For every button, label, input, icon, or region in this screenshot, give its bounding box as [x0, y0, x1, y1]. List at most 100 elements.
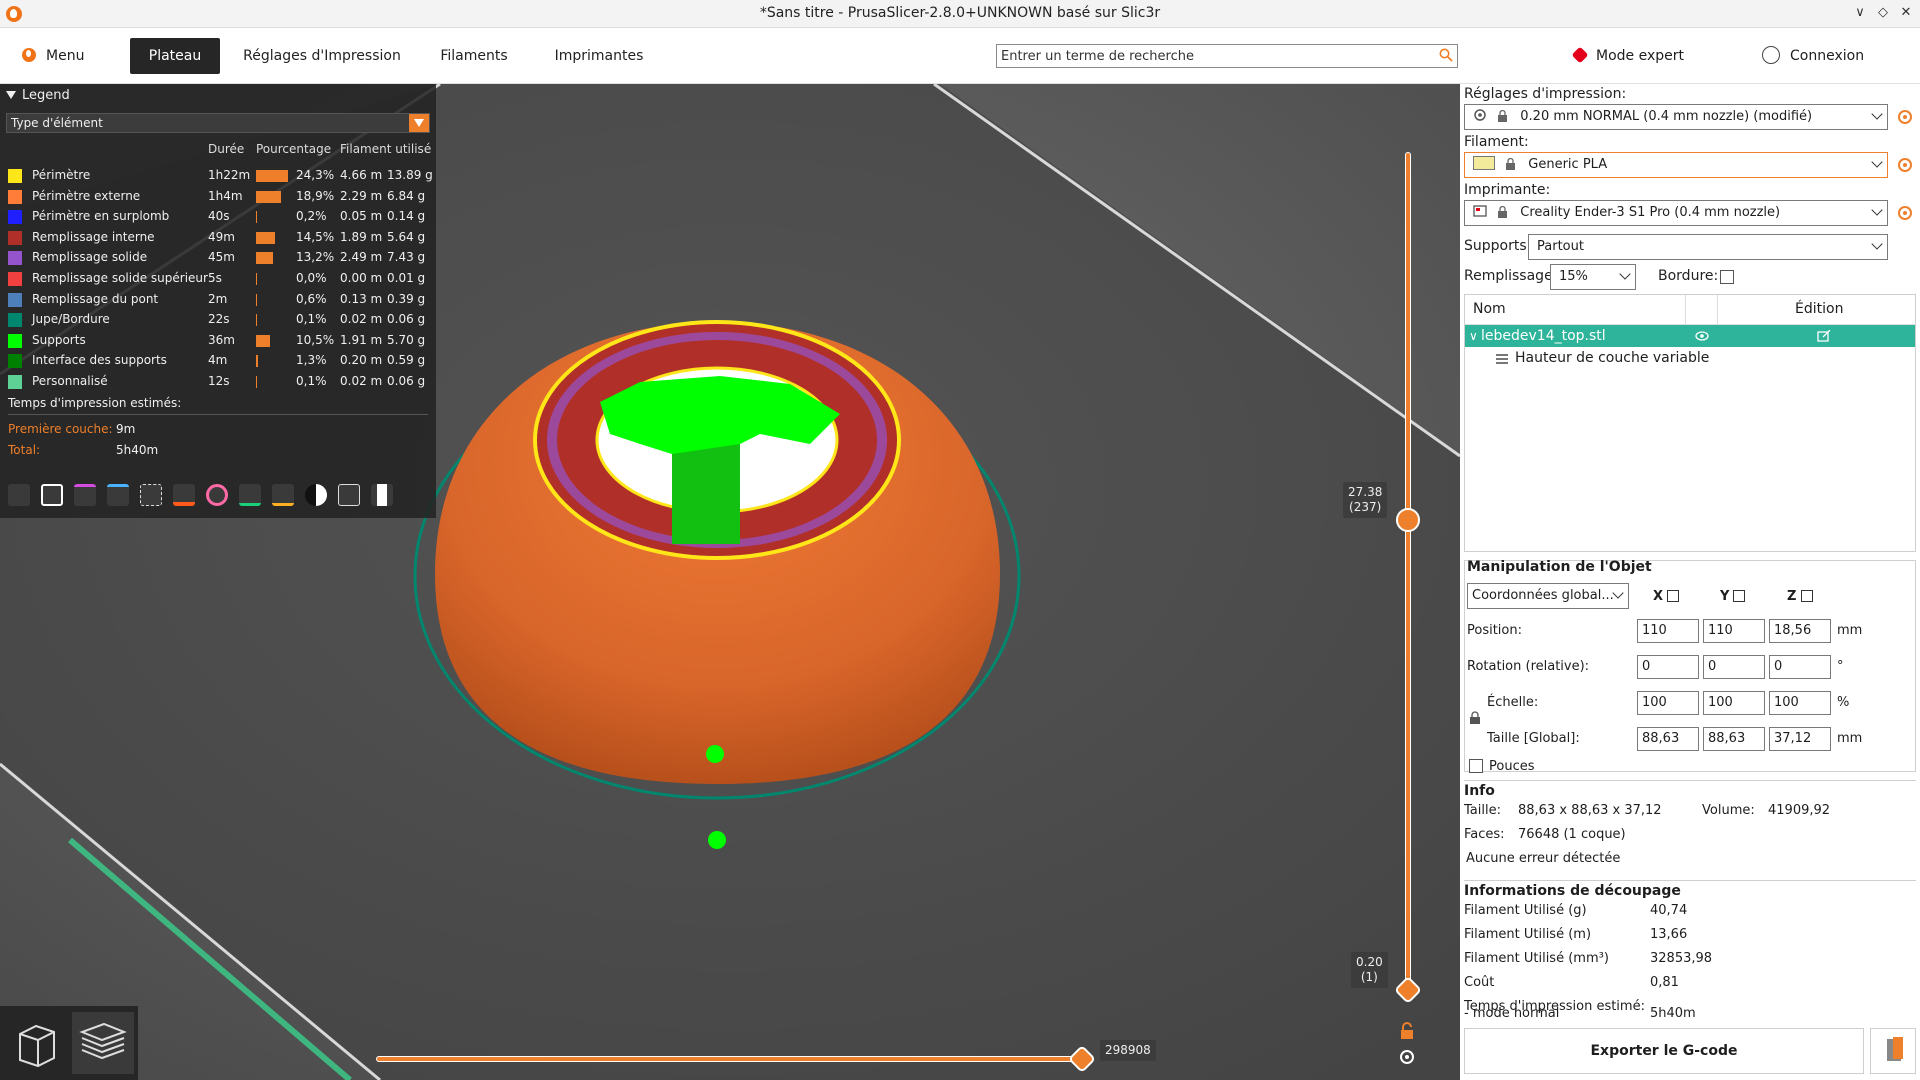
maximize-button[interactable]: ◇	[1874, 4, 1892, 22]
login-button[interactable]: Connexion	[1762, 46, 1864, 64]
custom-gcodes-icon[interactable]	[272, 484, 294, 506]
prusa-logo-icon	[22, 48, 36, 62]
legend-percent-bar	[256, 273, 257, 285]
wipe-icon[interactable]	[41, 484, 63, 506]
minimize-button[interactable]: ∨	[1851, 4, 1869, 22]
legend-percent-bar	[256, 376, 257, 388]
tab-plateau[interactable]: Plateau	[130, 38, 220, 74]
brim-checkbox[interactable]	[1720, 270, 1734, 284]
scale-lock-icon[interactable]	[1469, 711, 1481, 725]
rotation-label: Rotation (relative):	[1467, 659, 1590, 674]
inches-checkbox[interactable]	[1469, 759, 1483, 773]
legend-item-length: 0.02 m	[340, 374, 383, 388]
seams-icon[interactable]	[140, 484, 162, 506]
shells-icon[interactable]	[338, 484, 360, 506]
filament-combo[interactable]: Generic PLA	[1464, 152, 1888, 178]
print-settings-gear-icon[interactable]	[1898, 110, 1912, 124]
variable-layer-height-item[interactable]: Hauteur de couche variable	[1496, 350, 1709, 366]
close-button[interactable]: ✕	[1897, 4, 1915, 22]
printer-value: Creality Ender-3 S1 Pro (0.4 mm nozzle)	[1520, 205, 1781, 220]
legend-row[interactable]: Interface des supports 4m 1,3% 0.20 m 0.59 g	[8, 351, 436, 371]
window-title: *Sans titre - PrusaSlicer-2.8.0+UNKNOWN …	[759, 5, 1161, 21]
export-gcode-button[interactable]: Exporter le G-code	[1464, 1028, 1864, 1074]
menu-button[interactable]: Menu	[22, 38, 112, 74]
reset-axis-x-icon[interactable]	[1667, 590, 1679, 602]
legend-row[interactable]: Périmètre en surplomb 40s 0,2% 0.05 m 0.14 g	[8, 207, 436, 227]
deretractions-icon[interactable]	[107, 484, 129, 506]
legend-row[interactable]: Remplissage solide supérieur 5s 0,0% 0.00 m…	[8, 269, 436, 289]
tool-changes-icon[interactable]	[173, 484, 195, 506]
legend-row[interactable]: Remplissage du pont 2m 0,6% 0.13 m 0.39 g	[8, 290, 436, 310]
size-unit: mm	[1837, 731, 1863, 746]
size-z-field[interactable]: 37,12	[1769, 727, 1831, 751]
tab-printers[interactable]: Imprimantes	[548, 38, 650, 74]
position-z-field[interactable]: 18,56	[1769, 619, 1831, 643]
rotation-y-field[interactable]: 0	[1703, 655, 1765, 679]
legend-row[interactable]: Périmètre externe 1h4m 18,9% 2.29 m 6.84 g	[8, 187, 436, 207]
column-edit[interactable]: Édition	[1795, 301, 1843, 317]
coordinates-value: Coordonnées global...	[1472, 588, 1614, 603]
feature-type-select[interactable]: Type d'élément	[6, 113, 430, 133]
position-label: Position:	[1467, 623, 1522, 638]
tool-marker-icon[interactable]	[371, 484, 393, 506]
view-options-toolbar	[8, 482, 428, 508]
layer-slider-upper-thumb[interactable]	[1396, 508, 1420, 532]
infill-label: Remplissage:	[1464, 268, 1558, 284]
legend-color-swatch	[8, 375, 22, 389]
supports-combo[interactable]: Partout	[1528, 234, 1888, 260]
lock-icon[interactable]	[1398, 1022, 1416, 1040]
position-x-field[interactable]: 110	[1637, 619, 1699, 643]
legend-row[interactable]: Supports 36m 10,5% 1.91 m 5.70 g	[8, 331, 436, 351]
retractions-icon[interactable]	[74, 484, 96, 506]
scale-z-field[interactable]: 100	[1769, 691, 1831, 715]
print-settings-combo[interactable]: 0.20 mm NORMAL (0.4 mm nozzle) (modifié)	[1464, 104, 1888, 130]
tab-print-settings[interactable]: Réglages d'Impression	[240, 38, 404, 74]
legend-color-swatch	[8, 292, 22, 307]
legend-row[interactable]: Jupe/Bordure 22s 0,1% 0.02 m 0.06 g	[8, 310, 436, 330]
pause-prints-icon[interactable]	[239, 484, 261, 506]
infill-combo[interactable]: 15%	[1550, 264, 1636, 290]
3d-view-cube-icon[interactable]	[6, 1012, 68, 1074]
legend-row[interactable]: Remplissage interne 49m 14,5% 1.89 m 5.64 g	[8, 228, 436, 248]
legend-header[interactable]: Legend	[6, 88, 70, 103]
coordinates-combo[interactable]: Coordonnées global...	[1467, 583, 1629, 609]
layer-slider-track[interactable]	[1405, 152, 1411, 990]
tab-filaments[interactable]: Filaments	[428, 38, 520, 74]
filament-gear-icon[interactable]	[1898, 158, 1912, 172]
estimated-times-label: Temps d'impression estimés:	[8, 396, 182, 410]
position-y-field[interactable]: 110	[1703, 619, 1765, 643]
legend-row[interactable]: Périmètre 1h22m 24,3% 4.66 m 13.89 g	[8, 166, 436, 186]
printer-gear-icon[interactable]	[1898, 206, 1912, 220]
cost-value: 0,81	[1650, 975, 1679, 990]
rotation-x-field[interactable]: 0	[1637, 655, 1699, 679]
mode-expert-button[interactable]: Mode expert	[1571, 46, 1684, 64]
size-x-field[interactable]: 88,63	[1637, 727, 1699, 751]
settings-cog-icon[interactable]	[1398, 1048, 1416, 1066]
filament-meters-value: 13,66	[1650, 927, 1688, 942]
send-to-device-button[interactable]	[1870, 1028, 1916, 1074]
center-of-gravity-icon[interactable]	[305, 484, 327, 506]
legend-row[interactable]: Remplissage solide 45m 13,2% 2.49 m 7.43 g	[8, 248, 436, 268]
search-input[interactable]	[997, 45, 1427, 67]
move-slider-track[interactable]	[376, 1056, 1082, 1062]
color-changes-icon[interactable]	[206, 484, 228, 506]
scale-x-field[interactable]: 100	[1637, 691, 1699, 715]
expand-chevron-icon[interactable]: ∨	[1469, 325, 1478, 347]
legend-row[interactable]: Personnalisé 12s 0,1% 0.02 m 0.06 g	[8, 372, 436, 392]
rotation-z-field[interactable]: 0	[1769, 655, 1831, 679]
preview-layers-icon[interactable]	[72, 1012, 134, 1074]
search-icon[interactable]	[1439, 48, 1453, 62]
mode-expert-label: Mode expert	[1596, 48, 1684, 64]
eye-icon[interactable]	[1695, 330, 1709, 342]
column-name[interactable]: Nom	[1473, 301, 1506, 317]
col-percent: Pourcentage	[256, 142, 332, 156]
size-y-field[interactable]: 88,63	[1703, 727, 1765, 751]
edit-icon[interactable]	[1817, 330, 1831, 342]
scale-y-field[interactable]: 100	[1703, 691, 1765, 715]
object-row[interactable]: ∨ lebedev14_top.stl	[1465, 325, 1915, 347]
printer-combo[interactable]: Creality Ender-3 S1 Pro (0.4 mm nozzle)	[1464, 200, 1888, 226]
reset-axis-z-icon[interactable]	[1801, 590, 1813, 602]
travel-icon[interactable]	[8, 484, 30, 506]
menu-label: Menu	[46, 48, 85, 64]
reset-axis-y-icon[interactable]	[1733, 590, 1745, 602]
